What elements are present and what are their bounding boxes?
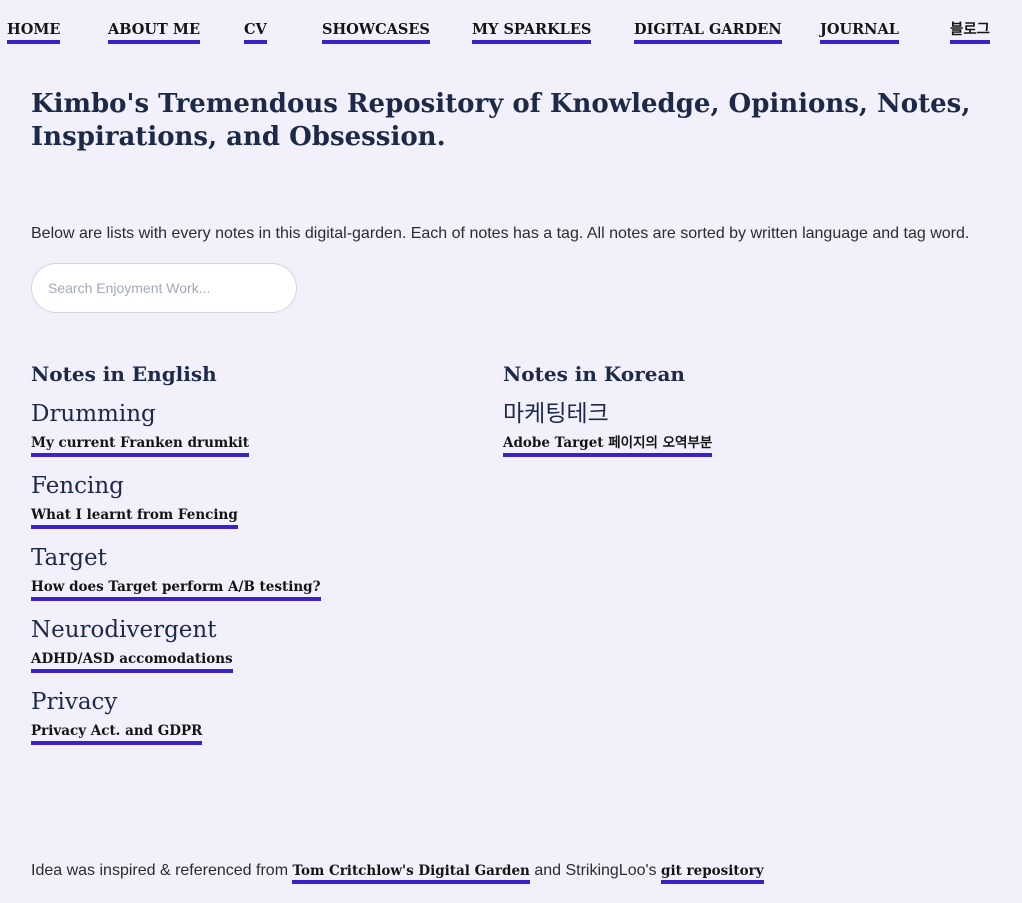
- tag-heading: Fencing: [31, 473, 124, 499]
- english-notes-heading: Notes in English: [31, 362, 217, 386]
- note-link[interactable]: ADHD/ASD accomodations: [31, 650, 233, 673]
- tag-heading: Target: [31, 545, 107, 571]
- main-nav: HOME ABOUT ME CV SHOWCASES MY SPARKLES D…: [7, 20, 1015, 50]
- note-link[interactable]: How does Target perform A/B testing?: [31, 578, 321, 601]
- tag-group: Target How does Target perform A/B testi…: [31, 544, 471, 616]
- page-intro: Below are lists with every notes in this…: [31, 225, 970, 242]
- tag-group: Fencing What I learnt from Fencing: [31, 472, 471, 544]
- nav-home-link[interactable]: HOME: [7, 20, 61, 44]
- tag-heading: 마케팅테크: [503, 401, 609, 427]
- note-link[interactable]: Privacy Act. and GDPR: [31, 722, 203, 745]
- nav-showcases-link[interactable]: SHOWCASES: [322, 20, 430, 44]
- tag-group: Neurodivergent ADHD/ASD accomodations: [31, 616, 471, 688]
- nav-digital-garden-link[interactable]: DIGITAL GARDEN: [634, 20, 782, 44]
- tag-group: Privacy Privacy Act. and GDPR: [31, 688, 471, 760]
- note-link[interactable]: Adobe Target 페이지의 오역부분: [503, 434, 713, 457]
- nav-cv-link[interactable]: CV: [244, 20, 267, 44]
- search-input[interactable]: [31, 263, 297, 313]
- footer-credits: Idea was inspired & referenced from Tom …: [31, 860, 764, 884]
- tag-heading: Drumming: [31, 401, 156, 427]
- nav-about-me-link[interactable]: ABOUT ME: [108, 20, 200, 44]
- git-repository-link[interactable]: git repository: [661, 863, 764, 884]
- footer-middle: and StrikingLoo's: [534, 862, 657, 879]
- tag-group: 마케팅테크 Adobe Target 페이지의 오역부분: [503, 400, 943, 472]
- nav-my-sparkles-link[interactable]: MY SPARKLES: [472, 20, 592, 44]
- note-link[interactable]: What I learnt from Fencing: [31, 506, 238, 529]
- tag-heading: Neurodivergent: [31, 617, 217, 643]
- korean-notes-heading: Notes in Korean: [503, 362, 685, 386]
- korean-notes-section: Notes in Korean 마케팅테크 Adobe Target 페이지의 …: [503, 360, 943, 472]
- tag-group: Drumming My current Franken drumkit: [31, 400, 471, 472]
- footer-prefix: Idea was inspired & referenced from: [31, 862, 289, 879]
- page-title: Kimbo's Tremendous Repository of Knowled…: [31, 89, 971, 152]
- tag-heading: Privacy: [31, 689, 118, 715]
- note-link[interactable]: My current Franken drumkit: [31, 434, 249, 457]
- digital-garden-credit-link[interactable]: Tom Critchlow's Digital Garden: [292, 863, 530, 884]
- english-notes-section: Notes in English Drumming My current Fra…: [31, 360, 471, 760]
- nav-journal-link[interactable]: JOURNAL: [820, 20, 899, 44]
- nav-blog-link[interactable]: 블로그: [950, 20, 991, 44]
